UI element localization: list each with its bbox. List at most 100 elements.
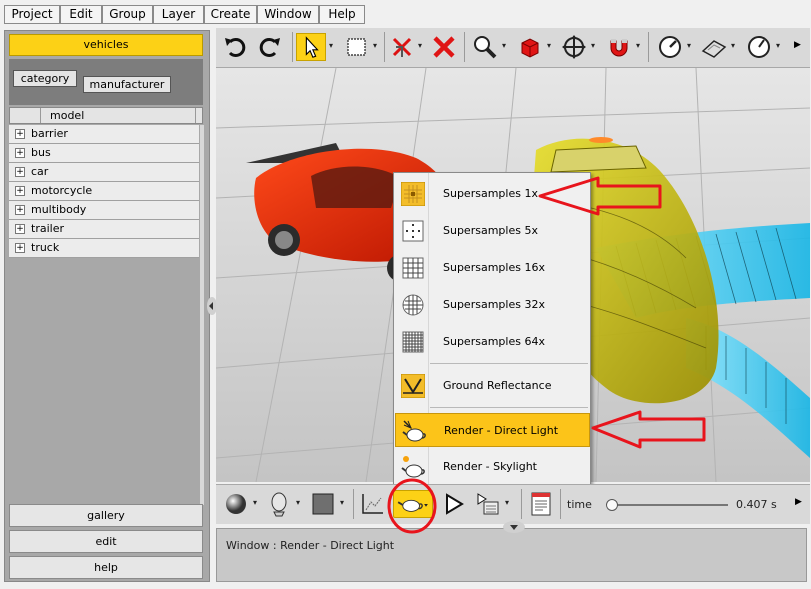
gauge-icon[interactable] bbox=[656, 33, 684, 61]
menu-item-label: Supersamples 64x bbox=[443, 335, 545, 348]
menu-project[interactable]: Project bbox=[4, 5, 60, 24]
undo-icon[interactable] bbox=[221, 33, 249, 61]
report-document-icon[interactable] bbox=[527, 490, 555, 518]
menu-item-render-skylight[interactable]: Render - Skylight bbox=[395, 450, 590, 484]
head-avatar-icon[interactable] bbox=[265, 490, 293, 518]
road-icon[interactable] bbox=[700, 33, 728, 61]
category-filter-button[interactable]: category bbox=[13, 70, 77, 87]
expand-plus-icon[interactable]: + bbox=[15, 243, 25, 253]
menu-item-label: Render - Direct Light bbox=[444, 424, 559, 437]
chevron-down-icon[interactable]: ▾ bbox=[329, 41, 333, 50]
supersample-16x-icon bbox=[402, 257, 424, 279]
model-tree: + barrier + bus + car + motorcycle + multibod… bbox=[9, 125, 199, 258]
tree-item-label: motorcycle bbox=[31, 184, 93, 197]
menu-item-supersamples-16x[interactable]: Supersamples 16x bbox=[395, 251, 590, 285]
time-value: 0.407 s bbox=[736, 498, 777, 511]
move-icon[interactable] bbox=[560, 33, 588, 61]
chevron-down-icon[interactable]: ▾ bbox=[418, 41, 422, 50]
menu-edit[interactable]: Edit bbox=[60, 5, 102, 24]
expand-plus-icon[interactable]: + bbox=[15, 224, 25, 234]
axis-grid-icon[interactable] bbox=[358, 490, 386, 518]
teapot-skylight-icon bbox=[401, 456, 425, 478]
menu-item-label: Render - Skylight bbox=[443, 460, 537, 473]
menu-item-supersamples-64x[interactable]: Supersamples 64x bbox=[395, 325, 590, 359]
tree-item-bus[interactable]: + bus bbox=[9, 144, 199, 163]
select-arrow-icon[interactable] bbox=[296, 33, 326, 61]
time-slider-track[interactable] bbox=[610, 504, 728, 506]
chevron-down-icon[interactable]: ▾ bbox=[776, 41, 780, 50]
cube-icon[interactable] bbox=[516, 33, 544, 61]
expand-plus-icon[interactable]: + bbox=[15, 129, 25, 139]
main-toolbar: ▾ ▾ ▾ ▾ ▾ ▾ ▾ ▾ ▾ ▾ ▶ bbox=[216, 28, 810, 68]
menu-group[interactable]: Group bbox=[102, 5, 153, 24]
tree-scrollbar[interactable] bbox=[200, 125, 204, 505]
delete-icon[interactable] bbox=[430, 33, 458, 61]
menu-item-label: Supersamples 32x bbox=[443, 298, 545, 311]
background-color-icon[interactable] bbox=[309, 490, 337, 518]
toolbar-separator bbox=[292, 32, 293, 62]
expand-plus-icon[interactable]: + bbox=[15, 205, 25, 215]
toolbar-separator bbox=[521, 489, 522, 519]
menu-item-supersamples-1x[interactable]: Supersamples 1x bbox=[395, 177, 590, 211]
menu-create[interactable]: Create bbox=[204, 5, 257, 24]
model-column-header[interactable]: model bbox=[9, 107, 203, 124]
supersample-64x-icon bbox=[402, 331, 424, 353]
chevron-down-icon[interactable]: ▾ bbox=[340, 498, 344, 507]
status-text: Window : Render - Direct Light bbox=[226, 539, 395, 552]
expand-plus-icon[interactable]: + bbox=[15, 186, 25, 196]
rectangle-select-icon[interactable] bbox=[343, 33, 371, 61]
playback-options-icon[interactable] bbox=[474, 490, 502, 518]
menu-item-render-direct-light[interactable]: Render - Direct Light bbox=[395, 413, 590, 447]
tree-item-car[interactable]: + car bbox=[9, 163, 199, 182]
chevron-down-icon[interactable]: ▾ bbox=[731, 41, 735, 50]
tree-item-multibody[interactable]: + multibody bbox=[9, 201, 199, 220]
filter-area: category manufacturer bbox=[9, 59, 203, 105]
help-button[interactable]: help bbox=[9, 556, 203, 579]
menu-help[interactable]: Help bbox=[319, 5, 365, 24]
menu-item-label: Ground Reflectance bbox=[443, 379, 552, 392]
chevron-down-icon[interactable]: ▾ bbox=[505, 498, 509, 507]
menu-layer[interactable]: Layer bbox=[153, 5, 204, 24]
chevron-down-icon[interactable]: ▾ bbox=[253, 498, 257, 507]
chevron-down-icon[interactable]: ▾ bbox=[636, 41, 640, 50]
render-mode-teapot-icon[interactable] bbox=[393, 490, 433, 518]
vehicles-tab[interactable]: vehicles bbox=[9, 34, 203, 56]
tree-item-barrier[interactable]: + barrier bbox=[9, 125, 199, 144]
chevron-down-icon[interactable]: ▾ bbox=[502, 41, 506, 50]
chevron-down-icon[interactable]: ▾ bbox=[373, 41, 377, 50]
time-slider-handle[interactable] bbox=[606, 499, 619, 511]
speedometer-icon[interactable] bbox=[745, 33, 773, 61]
expand-plus-icon[interactable]: + bbox=[15, 167, 25, 177]
column-divider bbox=[40, 108, 41, 123]
chevron-down-icon[interactable]: ▾ bbox=[547, 41, 551, 50]
zoom-icon[interactable] bbox=[471, 33, 499, 61]
model-column-label: model bbox=[50, 109, 85, 122]
redo-icon[interactable] bbox=[256, 33, 284, 61]
play-icon[interactable] bbox=[439, 490, 467, 518]
delete-connection-icon[interactable] bbox=[388, 33, 416, 61]
menu-separator bbox=[430, 407, 588, 408]
toolbar-separator bbox=[353, 489, 354, 519]
expand-plus-icon[interactable]: + bbox=[15, 148, 25, 158]
tree-item-motorcycle[interactable]: + motorcycle bbox=[9, 182, 199, 201]
manufacturer-filter-button[interactable]: manufacturer bbox=[83, 76, 171, 93]
tree-item-label: multibody bbox=[31, 203, 87, 216]
menu-item-ground-reflectance[interactable]: Ground Reflectance bbox=[395, 369, 590, 403]
tree-item-truck[interactable]: + truck bbox=[9, 239, 199, 258]
chevron-down-icon[interactable]: ▾ bbox=[687, 41, 691, 50]
toolbar-overflow-icon[interactable]: ▶ bbox=[794, 40, 801, 50]
toolbar-overflow-icon[interactable]: ▶ bbox=[795, 497, 802, 507]
menu-window[interactable]: Window bbox=[257, 5, 319, 24]
magnet-icon[interactable] bbox=[605, 33, 633, 61]
expand-status-icon[interactable] bbox=[503, 521, 525, 533]
collapse-panel-icon[interactable] bbox=[206, 296, 216, 316]
edit-button[interactable]: edit bbox=[9, 530, 203, 553]
supersample-5x-icon bbox=[402, 220, 424, 242]
chevron-down-icon[interactable]: ▾ bbox=[591, 41, 595, 50]
shading-sphere-icon[interactable] bbox=[222, 490, 250, 518]
menu-item-supersamples-32x[interactable]: Supersamples 32x bbox=[395, 288, 590, 322]
gallery-button[interactable]: gallery bbox=[9, 504, 203, 527]
chevron-down-icon[interactable]: ▾ bbox=[296, 498, 300, 507]
tree-item-trailer[interactable]: + trailer bbox=[9, 220, 199, 239]
menu-item-supersamples-5x[interactable]: Supersamples 5x bbox=[395, 214, 590, 248]
